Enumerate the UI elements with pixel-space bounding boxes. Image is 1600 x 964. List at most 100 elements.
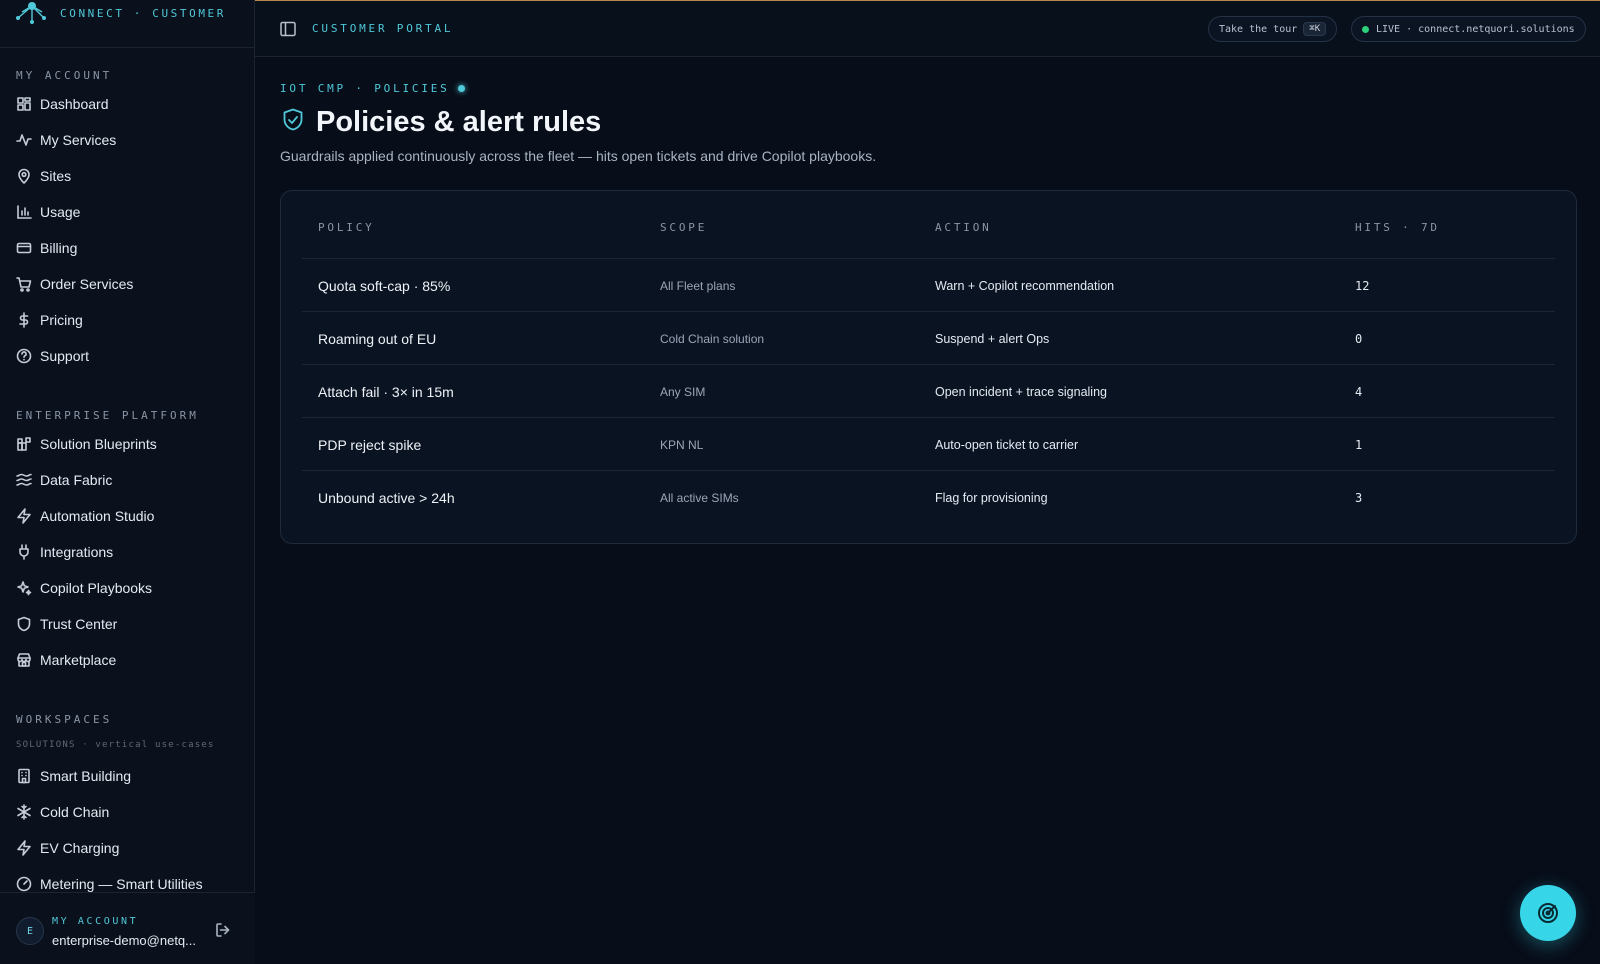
sidebar-item-label: Copilot Playbooks xyxy=(40,580,153,596)
plug-icon xyxy=(16,544,32,560)
sidebar-item-usage[interactable]: Usage xyxy=(16,198,241,226)
column-header-action[interactable]: ACTION xyxy=(935,221,992,234)
zap-icon xyxy=(16,840,32,856)
sidebar-item-my-services[interactable]: My Services xyxy=(16,126,241,154)
policy-name: Unbound active > 24h xyxy=(318,489,455,506)
column-header-scope[interactable]: SCOPE xyxy=(660,221,707,234)
column-header-hits[interactable]: HITS · 7D xyxy=(1355,221,1440,234)
avatar[interactable]: E xyxy=(16,917,44,945)
store-icon xyxy=(16,652,32,668)
sidebar-item-trust-center[interactable]: Trust Center xyxy=(16,610,241,638)
sidebar-item-solution-blueprints[interactable]: Solution Blueprints xyxy=(16,430,241,458)
policy-hits: 1 xyxy=(1355,437,1363,452)
sidebar-item-automation-studio[interactable]: Automation Studio xyxy=(16,502,241,530)
table-row[interactable]: PDP reject spike KPN NL Auto-open ticket… xyxy=(302,418,1555,471)
policy-action: Open incident + trace signaling xyxy=(935,384,1107,399)
snowflake-icon xyxy=(16,804,32,820)
sidebar-item-label: Cold Chain xyxy=(40,804,110,820)
section-my-account: MY ACCOUNT xyxy=(16,69,113,82)
sidebar-item-dashboard[interactable]: Dashboard xyxy=(16,90,241,118)
policy-action: Warn + Copilot recommendation xyxy=(935,278,1115,293)
sparkles-icon xyxy=(16,580,32,596)
blueprints-icon xyxy=(16,436,32,452)
live-status-badge: LIVE · connect.netquori.solutions xyxy=(1351,16,1586,42)
sidebar-item-label: My Services xyxy=(40,132,117,148)
target-icon xyxy=(1538,903,1558,923)
sidebar-item-ev-charging[interactable]: EV Charging xyxy=(16,834,241,862)
table-row[interactable]: Quota soft-cap · 85% All Fleet plans War… xyxy=(302,259,1555,312)
copilot-button[interactable] xyxy=(1520,885,1576,941)
bar-chart-icon xyxy=(16,204,32,220)
table-row[interactable]: Unbound active > 24h All active SIMs Fla… xyxy=(302,471,1555,524)
sidebar-item-sites[interactable]: Sites xyxy=(16,162,241,190)
workspaces-subtitle: SOLUTIONS · vertical use-cases xyxy=(16,740,215,750)
sidebar-item-label: Data Fabric xyxy=(40,472,113,488)
policy-action: Flag for provisioning xyxy=(935,490,1048,505)
policy-scope: Cold Chain solution xyxy=(660,331,765,346)
policy-hits: 0 xyxy=(1355,331,1363,346)
panel-toggle-icon[interactable] xyxy=(279,20,297,38)
sidebar-item-data-fabric[interactable]: Data Fabric xyxy=(16,466,241,494)
sidebar-item-label: Support xyxy=(40,348,90,364)
sidebar-item-label: Billing xyxy=(40,240,78,256)
tour-label: Take the tour xyxy=(1219,23,1298,35)
sidebar-item-cold-chain[interactable]: Cold Chain xyxy=(16,798,241,826)
live-dot-icon xyxy=(1362,25,1369,33)
live-label: LIVE · connect.netquori.solutions xyxy=(1376,23,1575,35)
brand: CONNECT · CUSTOMER xyxy=(0,0,255,48)
policy-action: Suspend + alert Ops xyxy=(935,331,1050,346)
policy-name: Attach fail · 3× in 15m xyxy=(318,383,454,400)
sidebar-item-label: Usage xyxy=(40,204,81,220)
sidebar-item-label: Integrations xyxy=(40,544,114,560)
table-row[interactable]: Roaming out of EU Cold Chain solution Su… xyxy=(302,312,1555,365)
portal-title: CUSTOMER PORTAL xyxy=(312,22,454,35)
sidebar-item-label: Metering — Smart Utilities xyxy=(40,876,203,892)
brand-subtitle: CONNECT · CUSTOMER xyxy=(60,7,227,20)
policy-hits: 12 xyxy=(1355,278,1370,293)
sidebar-item-label: Automation Studio xyxy=(40,508,155,524)
waves-icon xyxy=(16,472,32,488)
policy-hits: 4 xyxy=(1355,384,1363,399)
activity-icon xyxy=(16,132,32,148)
policy-scope: Any SIM xyxy=(660,384,706,399)
sidebar-item-order-services[interactable]: Order Services xyxy=(16,270,241,298)
network-logo-icon xyxy=(16,2,46,24)
dashboard-icon xyxy=(16,96,32,112)
section-enterprise-platform: ENTERPRISE PLATFORM xyxy=(16,409,199,422)
sidebar-item-integrations[interactable]: Integrations xyxy=(16,538,241,566)
breadcrumb-text: IOT CMP · POLICIES xyxy=(280,82,450,95)
table-row[interactable]: Attach fail · 3× in 15m Any SIM Open inc… xyxy=(302,365,1555,418)
policy-name: Roaming out of EU xyxy=(318,330,437,347)
page-subtitle: Guardrails applied continuously across t… xyxy=(280,148,877,164)
sidebar-item-billing[interactable]: Billing xyxy=(16,234,241,262)
sidebar: CONNECT · CUSTOMER MY ACCOUNT Dashboard … xyxy=(0,0,255,964)
sidebar-item-label: Sites xyxy=(40,168,72,184)
tour-shortcut: ⌘K xyxy=(1303,22,1327,36)
sidebar-item-marketplace[interactable]: Marketplace xyxy=(16,646,241,674)
sidebar-item-label: Solution Blueprints xyxy=(40,436,157,452)
sidebar-item-smart-building[interactable]: Smart Building xyxy=(16,762,241,790)
sidebar-item-pricing[interactable]: Pricing xyxy=(16,306,241,334)
topbar: CUSTOMER PORTAL Take the tour ⌘K LIVE · … xyxy=(255,0,1600,57)
sidebar-item-copilot-playbooks[interactable]: Copilot Playbooks xyxy=(16,574,241,602)
zap-icon xyxy=(16,508,32,524)
cart-icon xyxy=(16,276,32,292)
credit-card-icon xyxy=(16,240,32,256)
account-email: enterprise-demo@netq... xyxy=(52,933,196,948)
sidebar-item-label: Trust Center xyxy=(40,616,118,632)
sidebar-item-label: Dashboard xyxy=(40,96,109,112)
policy-action: Auto-open ticket to carrier xyxy=(935,437,1079,452)
account-label: MY ACCOUNT xyxy=(52,916,139,927)
status-dot-icon xyxy=(457,85,465,92)
sidebar-item-support[interactable]: Support xyxy=(16,342,241,370)
column-header-policy[interactable]: POLICY xyxy=(318,221,375,234)
sidebar-item-label: Smart Building xyxy=(40,768,132,784)
logout-icon[interactable] xyxy=(214,921,232,939)
account-footer: E MY ACCOUNT enterprise-demo@netq... xyxy=(0,892,255,964)
shield-icon xyxy=(16,616,32,632)
gauge-icon xyxy=(16,876,32,892)
section-workspaces: WORKSPACES xyxy=(16,713,113,726)
sidebar-item-label: EV Charging xyxy=(40,840,120,856)
table-header: POLICY SCOPE ACTION HITS · 7D xyxy=(302,221,1555,259)
take-tour-button[interactable]: Take the tour ⌘K xyxy=(1208,16,1338,42)
